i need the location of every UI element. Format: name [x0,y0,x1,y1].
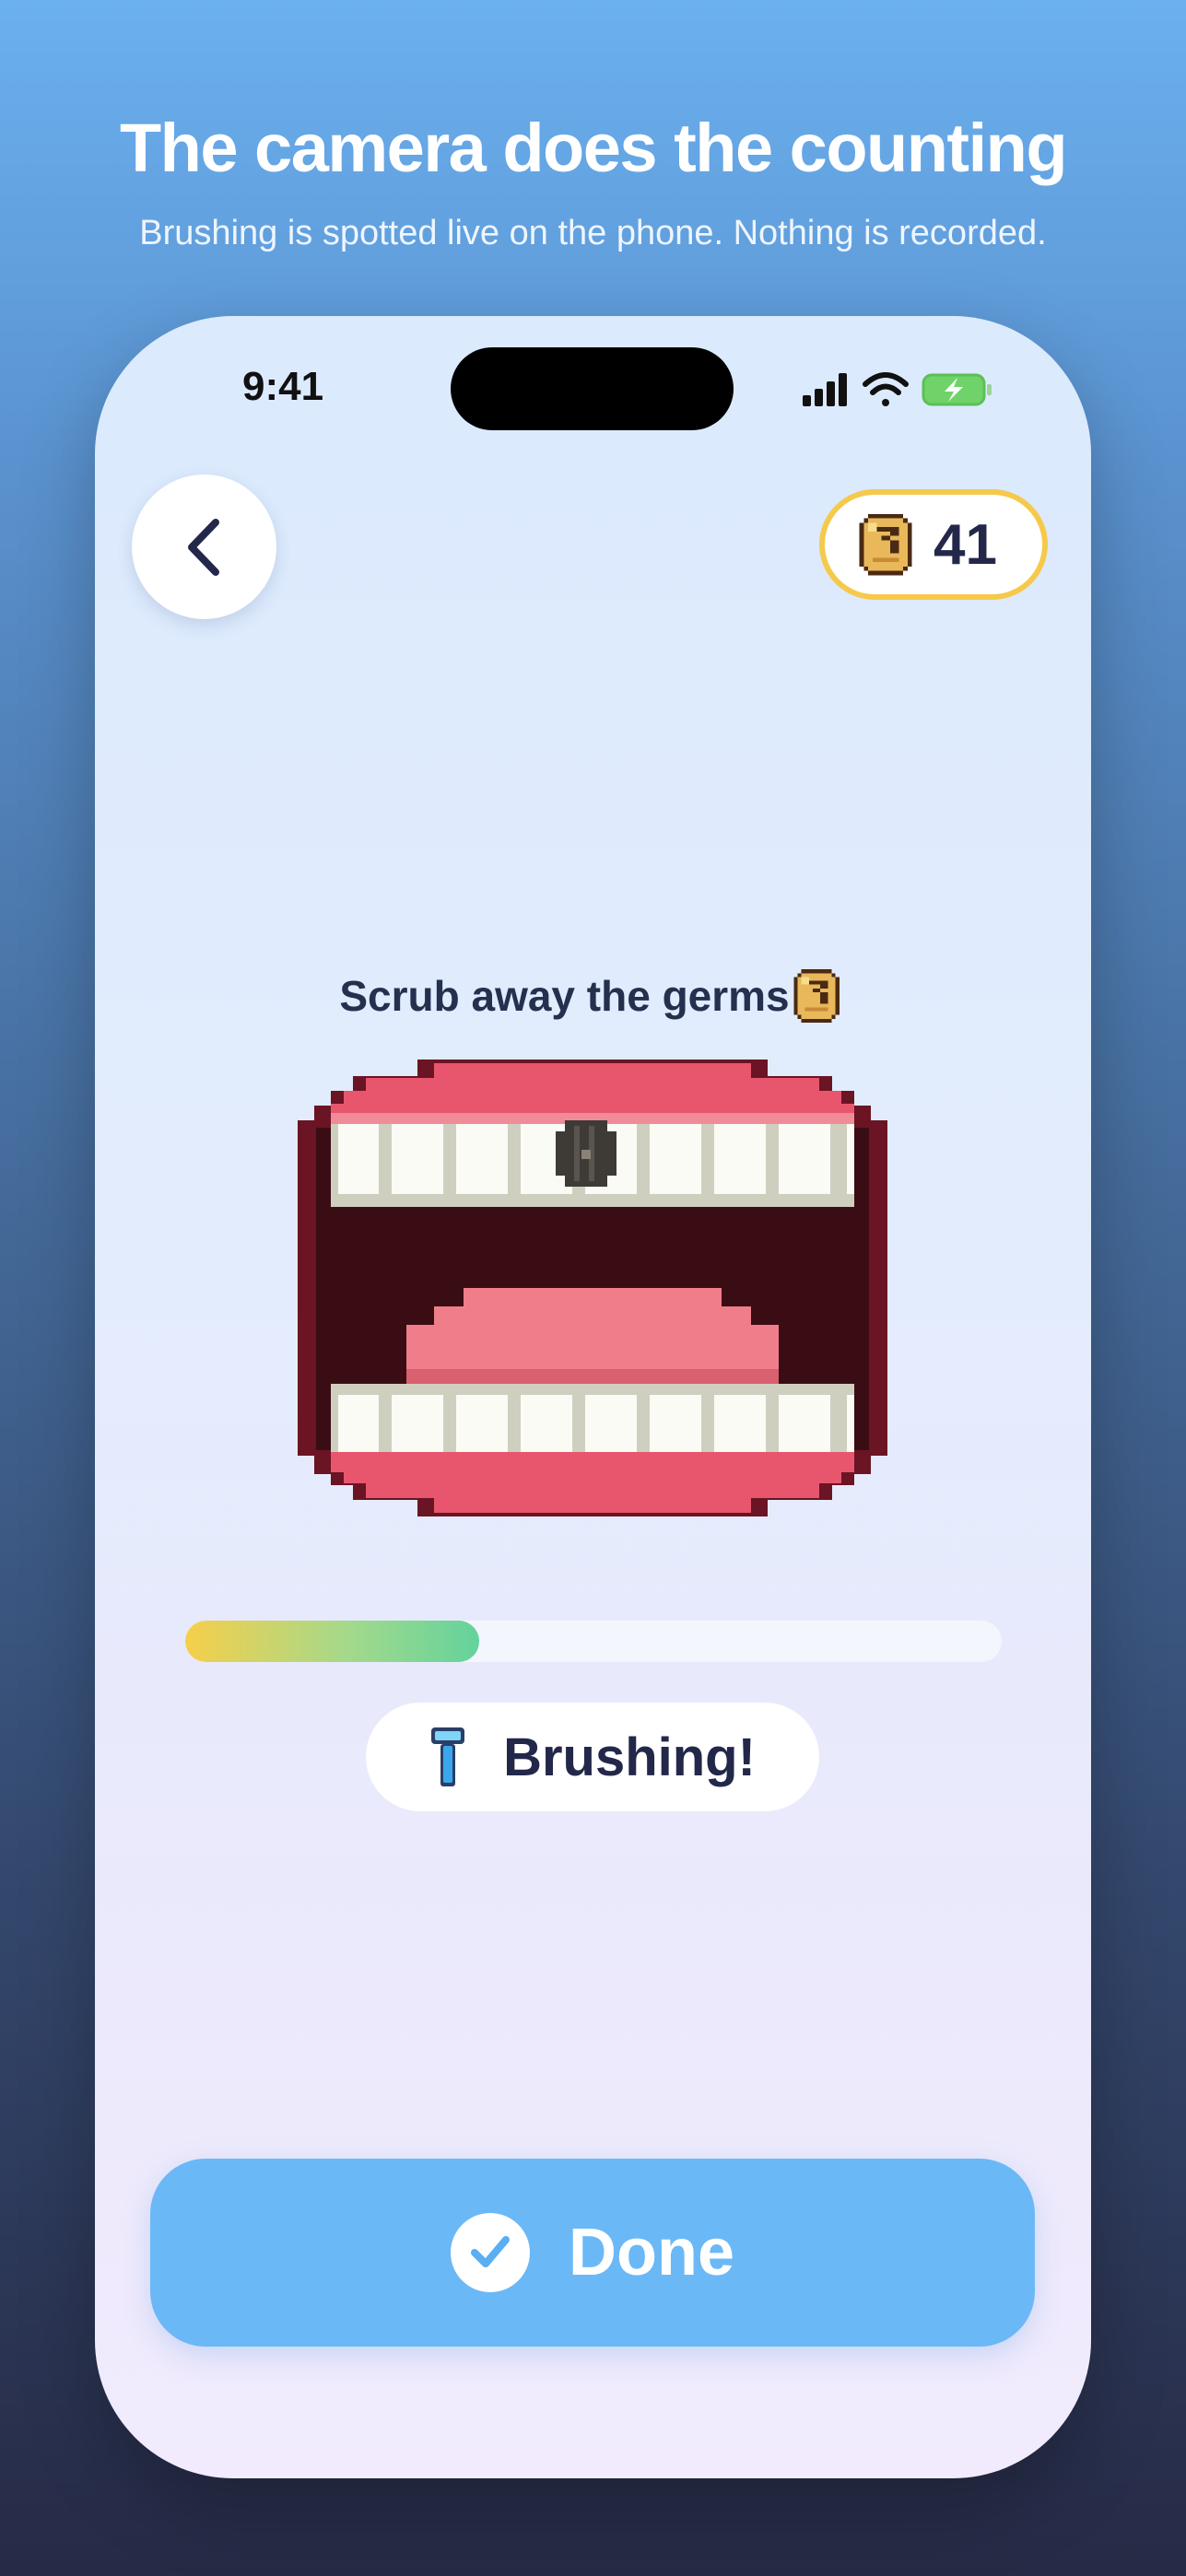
coin-icon [793,969,840,1023]
status-time: 9:41 [242,364,324,409]
prompt-text: Scrub away the germs [339,972,790,1020]
pixel-mouth-scene[interactable] [298,1060,887,1516]
coin-count: 41 [934,512,997,577]
brushing-progress-bar [185,1621,1002,1662]
check-icon [451,2213,530,2292]
status-label: Brushing! [503,1727,756,1787]
toothbrush-icon [431,1727,465,1786]
signal-icon [803,373,847,406]
wifi-icon [863,372,909,406]
chevron-left-icon [187,518,219,576]
phone-screen: 9:41 41 Scrub away the germs Brushing! D… [95,316,1091,2478]
headline: The camera does the counting [119,110,1068,186]
done-label: Done [569,2216,734,2289]
dynamic-island [451,347,734,430]
back-button[interactable] [132,474,276,619]
game-prompt: Scrub away the germs [95,959,1091,1033]
status-icons [803,372,992,406]
coin-counter: 41 [819,489,1048,600]
subheadline: Brushing is spotted live on the phone. N… [139,214,1047,252]
done-button[interactable]: Done [150,2159,1035,2347]
status-pill: Brushing! [366,1703,819,1811]
coin-icon [859,513,912,576]
battery-charging-icon [922,373,992,406]
progress-fill [185,1621,479,1662]
